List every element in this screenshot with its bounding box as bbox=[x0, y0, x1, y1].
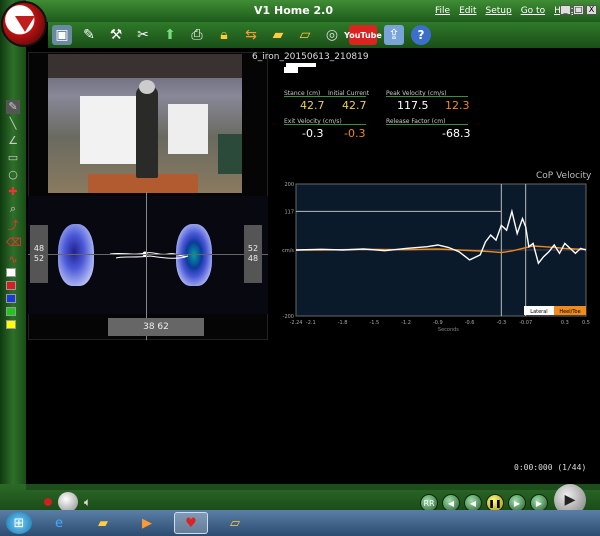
pressure-map bbox=[28, 196, 268, 314]
rectangle-icon[interactable]: ▭ bbox=[6, 151, 20, 165]
lock-icon[interactable]: 🔒︎ bbox=[214, 25, 234, 45]
v1-home-window: V1 Home 2.0 File Edit Setup Go to Help _… bbox=[0, 0, 600, 536]
color-red-swatch[interactable] bbox=[6, 281, 16, 290]
frame-counter: (1/44) bbox=[557, 463, 587, 472]
trace-icon[interactable]: ⤴ bbox=[6, 219, 20, 233]
menu-goto[interactable]: Go to bbox=[521, 6, 545, 16]
menu-setup[interactable]: Setup bbox=[486, 6, 512, 16]
record-icon[interactable] bbox=[44, 498, 52, 506]
capture-icon[interactable]: ▣ bbox=[52, 25, 72, 45]
chart-x-tick: 0.5 bbox=[582, 320, 590, 326]
timeline-scrubber[interactable] bbox=[26, 484, 600, 490]
file-name-marker bbox=[284, 67, 298, 73]
exit-underline bbox=[284, 124, 366, 125]
eraser-icon[interactable]: ⌫ bbox=[6, 236, 22, 250]
minimize-button[interactable]: _ bbox=[560, 5, 571, 15]
pressure-crosshair-h bbox=[28, 254, 268, 255]
main-toolbar: ▣ ✎ ⚒ ✂ ⬆ ⎙ 🔒︎ ⇆ ▰ ▱ ◎ YouTube ⇪ ? bbox=[48, 22, 600, 48]
color-white-swatch[interactable] bbox=[6, 268, 16, 277]
exit-velocity-value: -0.3 bbox=[302, 127, 324, 140]
volume-knob[interactable] bbox=[58, 492, 78, 512]
chart-y-tick: cm/s bbox=[282, 248, 294, 254]
crosshair-icon[interactable]: ✚ bbox=[6, 185, 20, 199]
menu-edit[interactable]: Edit bbox=[459, 6, 476, 16]
v1-logo bbox=[1, 1, 47, 47]
color-green-swatch[interactable] bbox=[6, 307, 16, 316]
volume-controls: 🔈︎ bbox=[44, 492, 91, 512]
peak-velocity-value: 117.5 bbox=[397, 99, 429, 112]
media-player-icon[interactable]: ▶ bbox=[130, 512, 164, 534]
windows-taskbar: ⊞ e ▰ ▶ ♥ ▱ bbox=[0, 510, 600, 536]
pencil-icon[interactable]: ✎ bbox=[6, 100, 20, 114]
chart-x-tick: -0.3 bbox=[496, 320, 506, 326]
folder-icon[interactable]: ▱ bbox=[218, 512, 252, 534]
file-explorer-icon[interactable]: ▰ bbox=[86, 512, 120, 534]
chart-x-tick: -1.8 bbox=[338, 320, 348, 326]
chart-x-tick: -0.6 bbox=[465, 320, 475, 326]
stance-initial-value: 42.7 bbox=[300, 99, 325, 112]
swap-icon[interactable]: ⇆ bbox=[241, 25, 261, 45]
ie-icon[interactable]: e bbox=[42, 512, 76, 534]
cop-velocity-chart: 200117cm/s-200-2.24 -2.1 -1.8 -1.5 -1.2 -0.9-… bbox=[282, 182, 590, 333]
window-title: V1 Home 2.0 bbox=[254, 4, 333, 17]
youtube-icon[interactable]: YouTube bbox=[344, 25, 382, 45]
menu-bar: File Edit Setup Go to Help bbox=[435, 6, 575, 16]
chart-x-tick: -2.1 bbox=[306, 320, 316, 326]
cop-trace bbox=[109, 251, 189, 259]
print-icon[interactable]: ⎙ bbox=[187, 25, 207, 45]
export-icon[interactable]: ⇪ bbox=[384, 25, 404, 45]
release-factor-value: -68.3 bbox=[442, 127, 471, 140]
start-button[interactable]: ⊞ bbox=[6, 512, 32, 534]
file-name: 6_iron_20150613_210819 bbox=[252, 52, 369, 62]
legend-heel-toe: Heel/Toe bbox=[559, 309, 580, 315]
legend-lateral: Lateral bbox=[530, 309, 547, 315]
club-icon[interactable]: ⚒ bbox=[106, 25, 126, 45]
chart-x-tick: 0.3 bbox=[561, 320, 569, 326]
chart-x-label: Seconds bbox=[438, 327, 459, 333]
window-controls: _ □ X bbox=[560, 5, 597, 15]
line-icon[interactable]: ╲ bbox=[6, 117, 20, 131]
color-yellow-swatch[interactable] bbox=[6, 320, 16, 329]
drawing-tools: ✎ ╲ ∠ ▭ ○ ✚ ⌕ ⤴ ⌫ ∿ bbox=[4, 100, 22, 267]
chart-x-tick: -2.24 bbox=[290, 320, 303, 326]
folder-open-icon[interactable]: ▱ bbox=[295, 25, 315, 45]
time-readout: 0:00:000 (1/44) bbox=[514, 463, 586, 472]
edit-icon[interactable]: ✎ bbox=[79, 25, 99, 45]
angle-icon[interactable]: ∠ bbox=[6, 134, 20, 148]
heel-toe-weight-box: 38 62 bbox=[108, 318, 204, 336]
color-swatches bbox=[6, 268, 16, 329]
menu-file[interactable]: File bbox=[435, 6, 450, 16]
peak-underline bbox=[386, 96, 468, 97]
chart-y-tick: 117 bbox=[284, 209, 294, 215]
folder-icon[interactable]: ▰ bbox=[268, 25, 288, 45]
speaker-icon[interactable]: 🔈︎ bbox=[84, 495, 91, 510]
film-reel-icon[interactable]: ◎ bbox=[322, 25, 342, 45]
import-icon[interactable]: ⬆ bbox=[160, 25, 180, 45]
color-blue-swatch[interactable] bbox=[6, 294, 16, 303]
time-value: 0:00:000 bbox=[514, 463, 553, 472]
zoom-icon[interactable]: ⌕ bbox=[6, 202, 20, 216]
peak-velocity-value-2: 12.3 bbox=[445, 99, 470, 112]
stance-underline bbox=[284, 96, 366, 97]
swing-video[interactable] bbox=[48, 54, 242, 193]
release-underline bbox=[386, 124, 468, 125]
chart-x-tick: -1.5 bbox=[369, 320, 379, 326]
chart-x-tick: -0.07 bbox=[519, 320, 532, 326]
right-weight-box: 52 48 bbox=[244, 225, 262, 283]
close-button[interactable]: X bbox=[586, 5, 597, 15]
stance-current-value: 42.7 bbox=[342, 99, 367, 112]
circle-icon[interactable]: ○ bbox=[6, 168, 20, 182]
maximize-button[interactable]: □ bbox=[573, 5, 584, 15]
help-icon[interactable]: ? bbox=[411, 25, 431, 45]
scissors-icon[interactable]: ✂ bbox=[133, 25, 153, 45]
title-bar: V1 Home 2.0 File Edit Setup Go to Help _… bbox=[0, 0, 600, 22]
v1-home-icon[interactable]: ♥ bbox=[174, 512, 208, 534]
curve-icon[interactable]: ∿ bbox=[6, 253, 20, 267]
left-weight-box: 48 52 bbox=[30, 225, 48, 283]
exit-velocity-value-2: -0.3 bbox=[344, 127, 366, 140]
chart-x-tick: -0.9 bbox=[433, 320, 443, 326]
chart-y-tick: 200 bbox=[284, 182, 294, 188]
chart-x-tick: -1.2 bbox=[401, 320, 411, 326]
